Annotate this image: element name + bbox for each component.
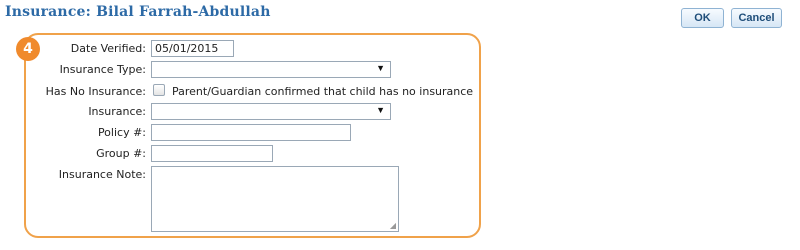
- no-insurance-checkbox[interactable]: [153, 84, 165, 96]
- group-input[interactable]: [151, 145, 273, 162]
- policy-input[interactable]: [151, 124, 351, 141]
- date-verified-label: Date Verified:: [70, 42, 146, 55]
- group-label: Group #:: [96, 147, 146, 160]
- dropdown-arrow-icon: ▼: [376, 63, 385, 73]
- has-no-insurance-label: Has No Insurance:: [45, 85, 146, 98]
- dropdown-arrow-icon: ▼: [376, 105, 385, 115]
- insurance-type-label: Insurance Type:: [59, 63, 146, 76]
- cancel-button[interactable]: Cancel: [731, 8, 782, 28]
- no-insurance-checkbox-text[interactable]: Parent/Guardian confirmed that child has…: [172, 85, 473, 98]
- insurance-note-textarea[interactable]: ◢: [151, 166, 399, 232]
- insurance-select[interactable]: ▼: [151, 103, 391, 120]
- policy-label: Policy #:: [97, 126, 146, 139]
- resize-grip-icon[interactable]: ◢: [390, 222, 396, 230]
- insurance-label: Insurance:: [88, 105, 146, 118]
- insurance-note-label: Insurance Note:: [58, 168, 146, 181]
- insurance-type-select[interactable]: ▼: [151, 61, 391, 78]
- page-title: Insurance: Bilal Farrah-Abdullah: [5, 4, 271, 20]
- date-verified-input[interactable]: [151, 40, 234, 57]
- ok-button[interactable]: OK: [681, 8, 724, 28]
